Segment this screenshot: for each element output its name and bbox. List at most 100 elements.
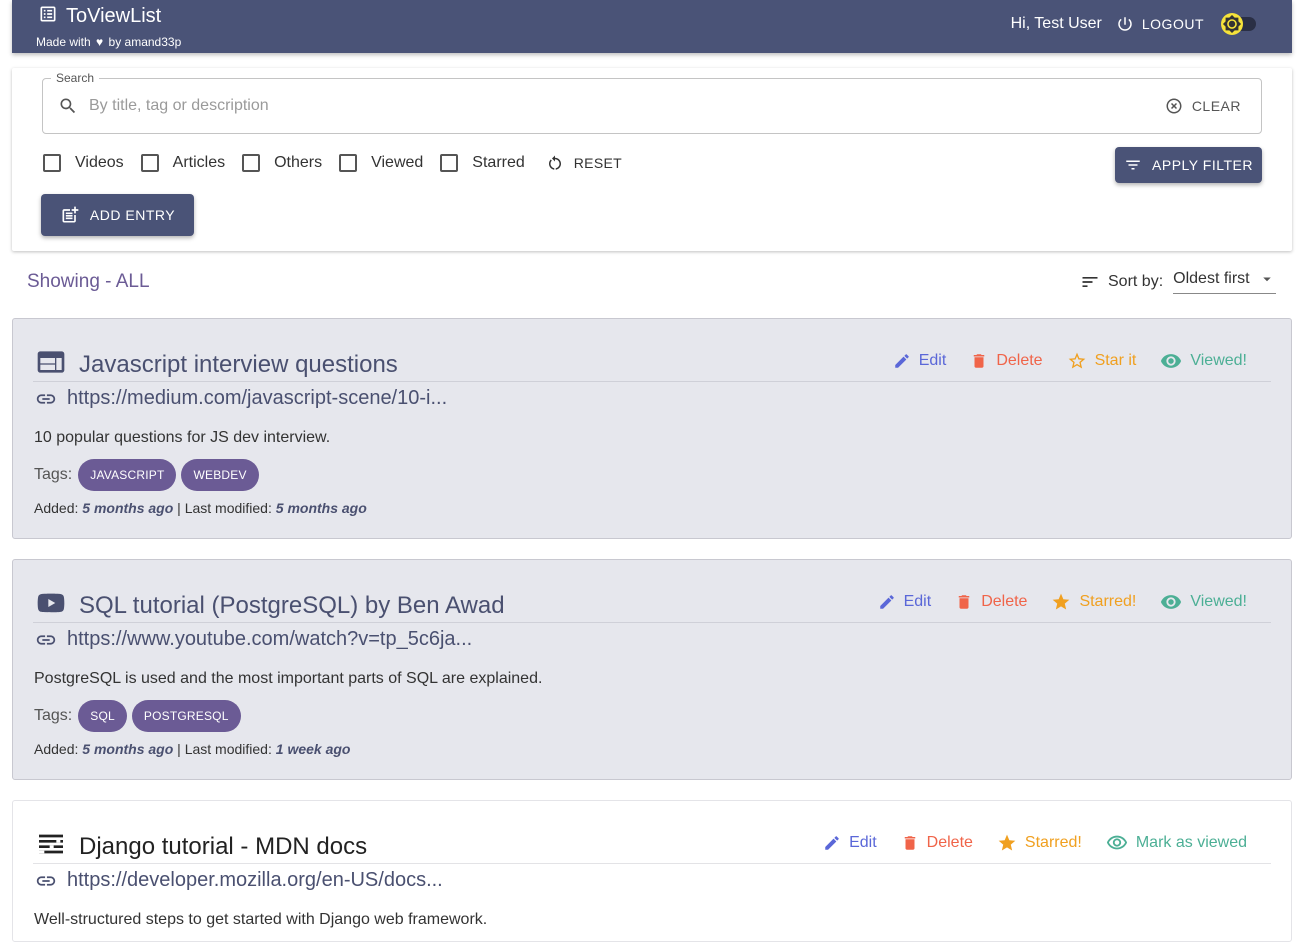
- filter-viewed-checkbox[interactable]: Viewed: [339, 154, 423, 172]
- star-label: Star it: [1094, 352, 1137, 369]
- delete-button[interactable]: Delete: [901, 834, 973, 852]
- star-button[interactable]: Starred!: [997, 833, 1082, 853]
- delete-button[interactable]: Delete: [955, 593, 1027, 611]
- clear-button[interactable]: CLEAR: [1165, 97, 1241, 115]
- entry-description: Well-structured steps to get started wit…: [34, 911, 488, 928]
- logout-button[interactable]: LOGOUT: [1116, 15, 1204, 33]
- apply-filter-label: APPLY FILTER: [1152, 157, 1253, 173]
- link-icon: [36, 875, 56, 886]
- tag-chip[interactable]: WEBDEV: [181, 459, 259, 491]
- filter-starred-checkbox[interactable]: Starred: [440, 154, 525, 172]
- filter-articles-checkbox[interactable]: Articles: [140, 154, 225, 172]
- reset-button[interactable]: RESET: [546, 154, 622, 172]
- star-button[interactable]: Star it: [1067, 351, 1137, 371]
- delete-label: Delete: [926, 834, 973, 851]
- divider: [33, 863, 1271, 864]
- power-icon: [1118, 17, 1132, 31]
- checkbox-box[interactable]: [339, 154, 358, 172]
- modified-label: Last modified:: [184, 741, 272, 757]
- app-bar: ToViewList Made with ♥ by amand33p Hi, T…: [12, 0, 1292, 53]
- trash-icon: [958, 595, 970, 609]
- meta-separator: |: [177, 500, 181, 516]
- entry-url[interactable]: https://developer.mozilla.org/en-US/docs…: [67, 869, 443, 892]
- sort-icon: [1082, 277, 1098, 287]
- edit-label: Edit: [849, 834, 877, 851]
- entry-title: SQL tutorial (PostgreSQL) by Ben Awad: [79, 591, 505, 619]
- filter-card: Search CLEAR Videos Articles Others View…: [12, 68, 1292, 251]
- viewed-button[interactable]: Viewed!: [1160, 591, 1247, 613]
- delete-label: Delete: [981, 593, 1028, 610]
- search-input[interactable]: [87, 92, 1151, 120]
- trash-icon: [904, 836, 915, 850]
- checkbox-box[interactable]: [140, 154, 159, 172]
- add-entry-button[interactable]: ADD ENTRY: [41, 194, 194, 236]
- sort-value: Oldest first: [1173, 270, 1250, 287]
- entry-actions: Edit Delete Starred! Mark as viewed: [799, 832, 1247, 854]
- entry-title-row: Django tutorial - MDN docs: [35, 828, 367, 865]
- apply-filter-button[interactable]: APPLY FILTER: [1115, 147, 1262, 183]
- entry-meta: Added: 5 months ago | Last modified: 1 w…: [34, 741, 350, 757]
- modified-value: 5 months ago: [275, 500, 367, 516]
- added-value: 5 months ago: [82, 741, 174, 757]
- entry-tags: Tags: JAVASCRIPT WEBDEV: [34, 459, 264, 491]
- article-icon: [35, 346, 67, 383]
- entry-description: 10 popular questions for JS dev intervie…: [34, 429, 331, 446]
- search-field[interactable]: Search CLEAR: [42, 71, 1262, 134]
- sort-label: Sort by:: [1108, 273, 1164, 290]
- checkbox-box[interactable]: [43, 154, 61, 172]
- eye-icon: [1161, 354, 1182, 368]
- search-label: Search: [51, 71, 100, 85]
- reset-label: RESET: [573, 155, 622, 171]
- link-icon: [36, 634, 56, 645]
- sort-select[interactable]: Oldest first: [1173, 270, 1277, 294]
- edit-button[interactable]: Edit: [823, 834, 877, 852]
- divider: [33, 381, 1271, 382]
- add-entry-label: ADD ENTRY: [89, 207, 176, 223]
- entry-link[interactable]: https://developer.mozilla.org/en-US/docs…: [35, 869, 443, 892]
- delete-button[interactable]: Delete: [970, 352, 1043, 370]
- filter-others-label: Others: [274, 154, 323, 171]
- brand[interactable]: ToViewList: [38, 4, 161, 29]
- viewed-button[interactable]: Viewed!: [1160, 350, 1247, 372]
- filter-others-checkbox[interactable]: Others: [242, 154, 322, 172]
- author-text: by amand33p: [108, 35, 182, 49]
- tag-chip[interactable]: JAVASCRIPT: [78, 459, 177, 491]
- edit-label: Edit: [918, 352, 947, 369]
- entry-link[interactable]: https://www.youtube.com/watch?v=tp_5c6ja…: [35, 628, 472, 651]
- sun-icon: [1220, 12, 1244, 41]
- link-icon: [36, 393, 56, 404]
- checkbox-box[interactable]: [440, 154, 459, 172]
- dark-mode-toggle[interactable]: [1221, 13, 1258, 35]
- reset-icon: [548, 155, 561, 170]
- star-button[interactable]: Starred!: [1051, 592, 1136, 612]
- app-title: ToViewList: [66, 5, 162, 27]
- mark-viewed-button[interactable]: Mark as viewed: [1106, 832, 1247, 854]
- viewed-label: Viewed!: [1190, 352, 1247, 369]
- pencil-icon: [879, 595, 894, 609]
- filter-videos-checkbox[interactable]: Videos: [43, 154, 124, 172]
- added-value: 5 months ago: [82, 500, 174, 516]
- edit-button[interactable]: Edit: [893, 352, 947, 370]
- eye-outline-icon: [1106, 835, 1127, 850]
- tags-label: Tags:: [34, 707, 73, 724]
- entry-actions: Edit Delete Star it Viewed!: [869, 350, 1247, 372]
- tag-chip[interactable]: SQL: [78, 700, 127, 732]
- clear-label: CLEAR: [1191, 98, 1241, 114]
- tag-chip[interactable]: POSTGRESQL: [131, 700, 241, 732]
- entry-url[interactable]: https://medium.com/javascript-scene/10-i…: [67, 387, 447, 410]
- checkbox-box[interactable]: [242, 154, 261, 172]
- made-with-text: Made with: [36, 35, 91, 49]
- entry-link[interactable]: https://medium.com/javascript-scene/10-i…: [35, 387, 447, 410]
- entry-card: SQL tutorial (PostgreSQL) by Ben Awad Ed…: [12, 559, 1292, 780]
- entry-card: Javascript interview questions Edit Dele…: [12, 318, 1292, 539]
- tags-label: Tags:: [34, 466, 73, 483]
- entry-url[interactable]: https://www.youtube.com/watch?v=tp_5c6ja…: [67, 628, 472, 651]
- entry-title: Django tutorial - MDN docs: [79, 832, 368, 860]
- edit-button[interactable]: Edit: [878, 593, 931, 611]
- search-icon: [58, 96, 78, 121]
- filter-viewed-label: Viewed: [371, 154, 424, 171]
- entry-actions: Edit Delete Starred! Viewed!: [854, 591, 1247, 613]
- logout-label: LOGOUT: [1141, 16, 1204, 32]
- heart-icon: ♥: [96, 35, 104, 49]
- star-filled-icon: [998, 834, 1016, 851]
